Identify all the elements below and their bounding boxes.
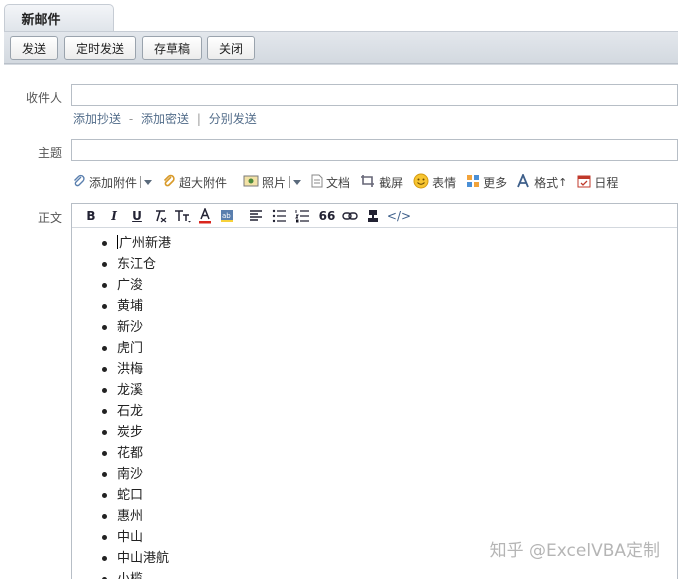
document-icon	[311, 174, 323, 191]
separator-dash: -	[128, 112, 134, 126]
font-color-icon	[199, 207, 211, 223]
chevron-down-icon[interactable]	[144, 179, 153, 185]
list-item: 洪梅	[72, 359, 677, 380]
list-item: 小榄	[72, 569, 677, 579]
screenshot-label: 截屏	[379, 175, 404, 190]
more-button[interactable]: 更多	[466, 174, 507, 191]
list-item: 石龙	[72, 401, 677, 422]
highlight-icon: ab	[221, 209, 233, 222]
location-list: 广州新港 东江仓 广浚 黄埔 新沙 虎门 洪梅 龙溪 石龙 炭步 花都 南沙 蛇…	[72, 233, 677, 579]
format-painter-button[interactable]	[362, 207, 384, 225]
separator-pipe: |	[196, 112, 201, 126]
align-button[interactable]	[247, 207, 269, 225]
large-attachment-button[interactable]: 超大附件	[162, 174, 227, 191]
emoji-button[interactable]: 表情	[413, 173, 456, 192]
list-item: 炭步	[72, 422, 677, 443]
link-button[interactable]	[339, 207, 361, 225]
list-item: 龙溪	[72, 380, 677, 401]
recipient-label: 收件人	[25, 91, 62, 105]
large-attachment-icon	[162, 174, 176, 191]
blockquote-button[interactable]: 66	[316, 207, 338, 225]
photo-button[interactable]: 照片	[243, 174, 302, 191]
add-attachment-button[interactable]: 添加附件	[72, 174, 153, 191]
html-source-button[interactable]: </>	[385, 207, 413, 225]
list-item-text: 广州新港	[119, 236, 172, 251]
body-label: 正文	[37, 211, 62, 225]
separate-send-link[interactable]: 分别发送	[209, 112, 257, 126]
tab-bar: 新邮件	[0, 0, 678, 32]
svg-text:ab: ab	[222, 212, 231, 220]
clear-format-icon	[156, 209, 167, 222]
numbered-list-button[interactable]	[293, 207, 315, 225]
close-button[interactable]: 关闭	[207, 36, 255, 60]
body-editor[interactable]: B I U ab 66 </> 广州新港 东江仓 广浚 黄埔 新沙 虎门 洪梅 …	[71, 203, 678, 579]
tab-new-mail[interactable]: 新邮件	[4, 4, 114, 32]
list-item: 虎门	[72, 338, 677, 359]
format-button[interactable]: 格式 ↑	[517, 172, 568, 191]
font-format-icon	[517, 172, 531, 191]
add-attachment-label: 添加附件	[89, 175, 138, 190]
emoji-label: 表情	[432, 175, 457, 190]
grid-icon	[466, 174, 480, 191]
calendar-icon	[577, 174, 591, 191]
calendar-label: 日程	[594, 175, 619, 190]
bold-button[interactable]: B	[80, 207, 102, 225]
photo-split-bar	[289, 176, 291, 188]
list-item: 新沙	[72, 317, 677, 338]
compose-toolbar: 发送 定时发送 存草稿 关闭	[4, 31, 678, 64]
large-attachment-label: 超大附件	[179, 175, 228, 190]
list-item: 广浚	[72, 275, 677, 296]
format-arrow-icon: ↑	[558, 175, 568, 189]
screenshot-button[interactable]: 截屏	[360, 174, 403, 191]
format-toolbar: B I U ab 66 </>	[72, 204, 677, 228]
add-bcc-link[interactable]: 添加密送	[141, 112, 189, 126]
tab-title: 新邮件	[21, 13, 61, 28]
subject-input[interactable]	[71, 139, 678, 161]
list-item: 黄埔	[72, 296, 677, 317]
toolbar-divider	[4, 64, 678, 65]
recipient-options: 添加抄送 - 添加密送 | 分别发送	[73, 110, 257, 127]
text-cursor	[117, 235, 118, 249]
document-label: 文档	[326, 175, 351, 190]
scissors-icon	[360, 174, 376, 191]
bullet-list-icon	[272, 209, 286, 222]
chevron-down-icon[interactable]	[293, 179, 302, 185]
send-button[interactable]: 发送	[10, 36, 58, 60]
attachment-toolbar: 添加附件 超大附件 照片 文档 截屏 表情 更多 格式 ↑ 日程	[72, 172, 628, 192]
watermark: 知乎 @ExcelVBA定制	[489, 541, 660, 561]
font-size-button[interactable]	[172, 207, 194, 225]
calendar-button[interactable]: 日程	[577, 174, 618, 191]
smiley-icon	[413, 173, 429, 192]
attachment-split-bar	[140, 176, 142, 188]
list-item: 南沙	[72, 464, 677, 485]
subject-label: 主题	[37, 146, 62, 160]
add-cc-link[interactable]: 添加抄送	[73, 112, 121, 126]
bullet-list-button[interactable]	[270, 207, 292, 225]
photo-label: 照片	[262, 175, 287, 190]
font-size-icon	[175, 209, 191, 222]
brush-icon	[368, 209, 378, 222]
more-label: 更多	[483, 175, 508, 190]
scheduled-send-button[interactable]: 定时发送	[64, 36, 136, 60]
clear-format-button[interactable]	[149, 207, 171, 225]
align-left-icon	[250, 209, 262, 221]
list-item: 东江仓	[72, 254, 677, 275]
paperclip-icon	[72, 174, 86, 191]
body-content[interactable]: 广州新港 东江仓 广浚 黄埔 新沙 虎门 洪梅 龙溪 石龙 炭步 花都 南沙 蛇…	[72, 229, 677, 579]
save-draft-button[interactable]: 存草稿	[142, 36, 202, 60]
highlight-button[interactable]: ab	[218, 207, 240, 225]
font-color-button[interactable]	[195, 207, 217, 225]
format-label: 格式	[534, 175, 559, 190]
numbered-list-icon	[295, 209, 309, 222]
recipient-input[interactable]	[71, 84, 678, 106]
underline-button[interactable]: U	[126, 207, 148, 225]
list-item: 惠州	[72, 506, 677, 527]
link-icon	[342, 211, 358, 220]
list-item: 蛇口	[72, 485, 677, 506]
list-item: 花都	[72, 443, 677, 464]
list-item: 广州新港	[72, 233, 677, 254]
italic-button[interactable]: I	[103, 207, 125, 225]
photo-icon	[243, 174, 259, 191]
document-button[interactable]: 文档	[311, 174, 350, 191]
